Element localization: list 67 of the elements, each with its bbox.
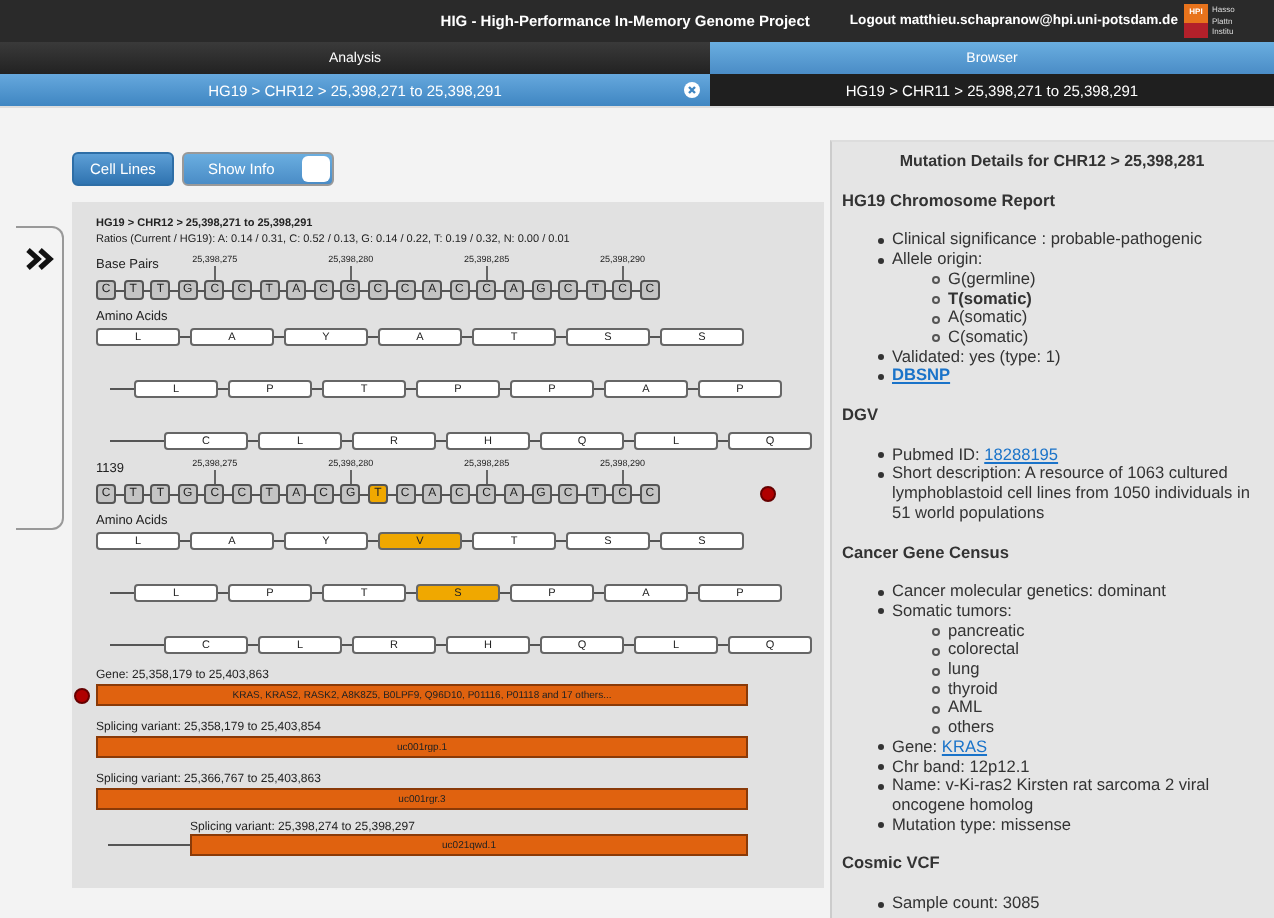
bullet-icon: [878, 608, 884, 615]
bullet-icon: [878, 822, 884, 829]
list-text: colorectal: [948, 638, 1020, 659]
list-text: A(somatic): [948, 306, 1028, 327]
bullet-icon: [878, 257, 884, 264]
bullet-icon: [932, 686, 940, 695]
bullet-icon: [932, 725, 940, 734]
list-text: Sample count: 3085: [892, 892, 1040, 913]
tick-mark: [213, 266, 216, 280]
tick-mark: [349, 470, 352, 484]
section-heading: Cosmic VCF: [842, 854, 942, 875]
list-text: Chr band: 12p12.1: [892, 755, 1030, 776]
bullet-icon: [932, 667, 940, 676]
bullet-icon: [878, 373, 884, 380]
mutation-dot[interactable]: [74, 687, 90, 703]
list-text: Pubmed ID:: [892, 443, 980, 464]
tick-mark: [621, 470, 624, 484]
list-text: thyroid: [948, 677, 998, 698]
bullet-icon: [878, 764, 884, 771]
list-text: Short description: A resource of 1063 cultured lymphoblastoid cell lines from 1050 individuals in 51 world populations: [892, 462, 1250, 522]
list-text: C(somatic): [948, 325, 1029, 346]
list-text: Mutation type: missense: [892, 813, 1071, 834]
tick-mark: [213, 470, 216, 484]
bullet-icon: [932, 276, 940, 285]
section-heading: HG19 Chromosome Report: [842, 191, 1057, 211]
connector-line: [108, 844, 190, 846]
link[interactable]: DBSNP: [892, 364, 951, 385]
section-heading: Cancer Gene Census: [842, 543, 1011, 563]
link[interactable]: KRAS: [941, 735, 988, 756]
tick-mark: [485, 470, 488, 484]
expand-panel-tab[interactable]: [16, 226, 64, 530]
bullet-icon: [932, 296, 940, 305]
list-text: pancreatic: [948, 619, 1025, 640]
bullet-icon: [878, 589, 884, 596]
list-text: T(somatic): [948, 287, 1032, 308]
double-chevron-icon: [25, 248, 53, 270]
bullet-icon: [932, 315, 940, 324]
list-text: others: [948, 716, 995, 737]
bullet-icon: [932, 334, 940, 343]
bullet-icon: [878, 354, 884, 361]
bullet-icon: [878, 744, 884, 751]
list-text: AML: [948, 696, 983, 717]
bullet-icon: [878, 452, 884, 459]
close-icon[interactable]: [684, 82, 700, 98]
bullet-icon: [932, 705, 940, 714]
bullet-icon: [878, 783, 884, 790]
bullet-icon: [878, 901, 884, 908]
bullet-icon: [878, 471, 884, 478]
mutation-dot[interactable]: [759, 486, 776, 502]
bullet-icon: [932, 647, 940, 656]
section-heading: DGV: [842, 406, 880, 426]
list-text: Somatic tumors:: [892, 599, 1012, 620]
tick-mark: [349, 266, 352, 280]
list-text: Validated: yes (type: 1): [892, 345, 1061, 366]
bullet-icon: [932, 628, 940, 637]
list-text: lung: [948, 658, 980, 679]
list-text: Cancer molecular genetics: dominant: [892, 580, 1166, 601]
list-text: Clinical significance : probable-pathogenic: [892, 228, 1202, 249]
list-text: Gene:: [892, 735, 938, 756]
link[interactable]: 18288195: [984, 443, 1059, 464]
list-text: Allele origin:: [892, 248, 983, 269]
tick-mark: [621, 266, 624, 280]
list-text: G(germline): [948, 267, 1036, 288]
tick-mark: [485, 266, 488, 280]
details-title: Mutation Details for CHR12 > 25,398,281: [897, 152, 1207, 172]
list-text: Name: v-Ki-ras2 Kirsten rat sarcoma 2 viral oncogene homolog: [892, 774, 1210, 814]
bullet-icon: [878, 237, 884, 244]
